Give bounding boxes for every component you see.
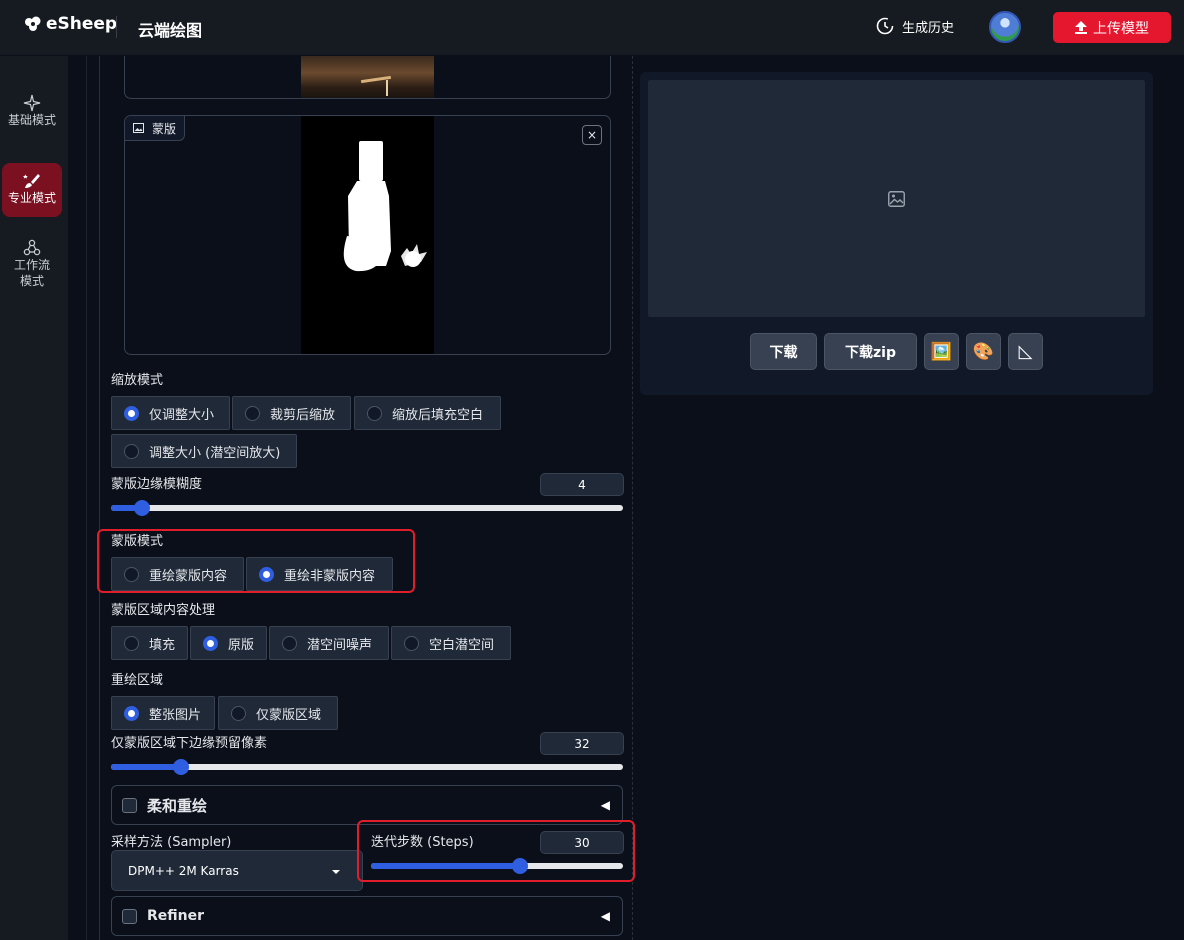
masked-content-option-latent-noise[interactable]: 潜空间噪声 <box>269 626 389 660</box>
send-to-img2img-icon[interactable]: 🖼️ <box>924 333 959 370</box>
nav-workflow-mode[interactable]: 工作流 模式 <box>2 239 62 299</box>
masked-content-label: 蒙版区域内容处理 <box>111 603 216 618</box>
collapse-arrow-icon[interactable]: ◀ <box>601 909 610 923</box>
download-button[interactable]: 下载 <box>750 333 817 370</box>
sparkle-icon <box>23 94 41 112</box>
nav-basic-mode[interactable]: 基础模式 <box>2 94 62 134</box>
image-icon <box>133 123 144 133</box>
resize-option-label: 调整大小 (潜空间放大) <box>149 445 281 461</box>
inpaint-area-option-label: 整张图片 <box>149 707 202 723</box>
send-to-inpaint-icon[interactable]: 🎨 <box>966 333 1001 370</box>
resize-mode-label: 缩放模式 <box>111 373 164 388</box>
soft-inpaint-title: 柔和重绘 <box>147 796 208 815</box>
highlight-steps <box>357 820 635 882</box>
mask-tab-label: 蒙版 <box>152 121 177 136</box>
esheep-logo[interactable]: eSheep <box>24 14 117 34</box>
refiner-accordion[interactable]: Refiner ◀ <box>111 896 623 936</box>
sheep-logo-icon <box>25 16 41 31</box>
radio-icon <box>124 635 139 651</box>
history-icon <box>876 17 894 35</box>
init-image <box>301 56 434 98</box>
history-link[interactable]: 生成历史 <box>875 16 954 36</box>
masked-content-option-label: 填充 <box>149 637 176 653</box>
masked-content-option-latent-nothing[interactable]: 空白潜空间 <box>391 626 511 660</box>
padding-input[interactable]: 32 <box>540 732 624 755</box>
resize-option-crop-resize[interactable]: 裁剪后缩放 <box>232 396 351 430</box>
masked-content-option-label: 空白潜空间 <box>429 637 495 653</box>
refiner-title: Refiner <box>147 908 205 924</box>
radio-icon <box>124 405 139 421</box>
brush-icon <box>23 174 40 188</box>
radio-icon <box>245 405 260 421</box>
nav-basic-mode-label: 基础模式 <box>7 113 56 127</box>
header-divider <box>116 16 117 38</box>
mask-blur-input[interactable]: 4 <box>540 473 624 496</box>
resize-option-resize-fill[interactable]: 缩放后填充空白 <box>354 396 501 430</box>
upload-icon <box>1075 21 1087 34</box>
collapse-arrow-icon[interactable]: ◀ <box>601 798 610 812</box>
inpaint-area-option-whole[interactable]: 整张图片 <box>111 696 215 730</box>
masked-content-option-fill[interactable]: 填充 <box>111 626 188 660</box>
slider-thumb[interactable] <box>133 500 150 516</box>
radio-icon <box>124 705 139 721</box>
download-zip-button[interactable]: 下载zip <box>824 333 917 370</box>
radio-icon <box>367 405 382 421</box>
masked-content-option-label: 潜空间噪声 <box>307 637 373 653</box>
radio-icon <box>231 705 246 721</box>
inpaint-area-option-label: 仅蒙版区域 <box>256 707 322 723</box>
mask-blur-slider[interactable] <box>111 500 623 516</box>
image-placeholder-icon <box>888 191 905 207</box>
refiner-checkbox[interactable] <box>122 908 137 924</box>
radio-icon <box>282 635 297 651</box>
sampler-label: 采样方法 (Sampler) <box>111 835 232 850</box>
nav-pro-mode-label: 专业模式 <box>7 191 56 205</box>
sampler-value: DPM++ 2M Karras <box>128 863 239 878</box>
resize-option-label: 仅调整大小 <box>149 407 215 423</box>
nav-pro-mode[interactable]: 专业模式 <box>2 163 62 217</box>
mode-sidebar: 基础模式 专业模式 工作流 模式 <box>0 56 68 940</box>
upload-model-button[interactable]: 上传模型 <box>1053 12 1171 43</box>
close-icon[interactable]: × <box>582 125 602 145</box>
masked-content-option-original[interactable]: 原版 <box>190 626 267 660</box>
inpaint-area-option-masked[interactable]: 仅蒙版区域 <box>218 696 338 730</box>
slider-thumb[interactable] <box>172 759 189 775</box>
soft-inpaint-checkbox[interactable] <box>122 797 137 813</box>
workflow-icon <box>23 239 41 256</box>
resize-option-latent-upscale[interactable]: 调整大小 (潜空间放大) <box>111 434 297 468</box>
history-label: 生成历史 <box>902 20 955 36</box>
inpaint-area-label: 重绘区域 <box>111 673 164 688</box>
mask-image <box>301 116 434 354</box>
top-header: eSheep 云端绘图 生成历史 上传模型 <box>0 0 1184 56</box>
mask-tab: 蒙版 <box>125 116 186 141</box>
slider-fill <box>111 764 181 770</box>
init-image-box[interactable] <box>124 56 611 99</box>
chevron-down-icon <box>332 870 340 874</box>
avatar[interactable] <box>989 11 1021 43</box>
resize-option-just-resize[interactable]: 仅调整大小 <box>111 396 230 430</box>
sampler-select[interactable]: DPM++ 2M Karras <box>111 850 363 891</box>
highlight-mask-mode <box>97 529 415 593</box>
logo-text: eSheep <box>46 14 118 34</box>
nav-workflow-mode-label: 工作流 模式 <box>13 258 50 288</box>
mask-blur-label: 蒙版边缘模糊度 <box>111 477 203 492</box>
radio-icon <box>203 635 218 651</box>
padding-label: 仅蒙版区域下边缘预留像素 <box>111 736 268 751</box>
resize-option-label: 裁剪后缩放 <box>270 407 336 423</box>
output-preview <box>648 80 1145 317</box>
masked-content-option-label: 原版 <box>228 637 255 653</box>
radio-icon <box>404 635 419 651</box>
page-title: 云端绘图 <box>138 21 203 40</box>
mask-image-box[interactable]: 蒙版 × <box>124 115 611 355</box>
send-to-extras-icon[interactable]: ◺ <box>1008 333 1043 370</box>
upload-model-label: 上传模型 <box>1093 20 1149 37</box>
radio-icon <box>124 443 139 459</box>
soft-inpaint-accordion[interactable]: 柔和重绘 ◀ <box>111 785 623 825</box>
padding-slider[interactable] <box>111 759 623 775</box>
resize-option-label: 缩放后填充空白 <box>392 407 484 423</box>
